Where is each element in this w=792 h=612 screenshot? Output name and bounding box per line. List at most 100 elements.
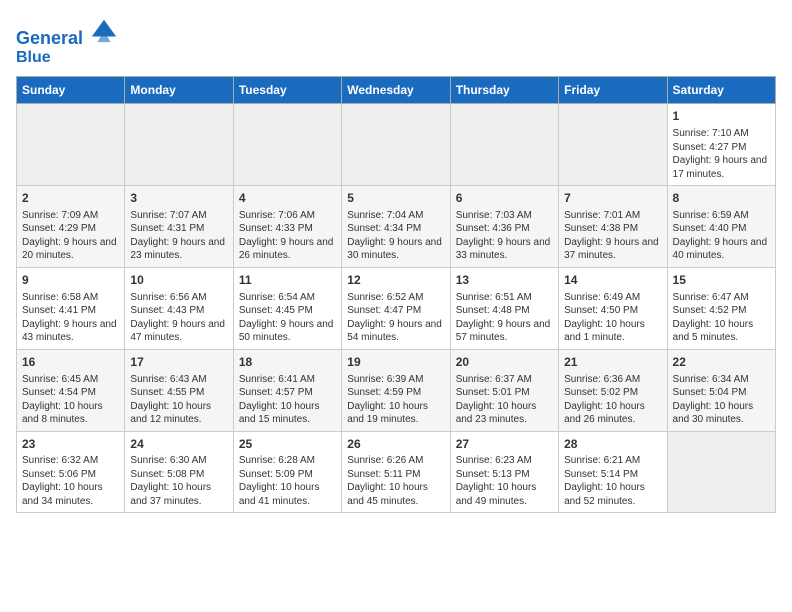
day-number: 12	[347, 272, 444, 289]
calendar-cell: 28Sunrise: 6:21 AM Sunset: 5:14 PM Dayli…	[559, 431, 667, 513]
calendar-cell: 21 Sunrise: 6:36 AM Sunset: 5:02 PM Dayli…	[559, 349, 667, 431]
day-info: Sunrise: 7:06 AM Sunset: 4:33 PM Dayligh…	[239, 209, 336, 263]
calendar-table: SundayMondayTuesdayWednesdayThursdayFrid…	[16, 76, 776, 513]
col-header-monday: Monday	[125, 77, 233, 104]
day-number: 7	[564, 190, 661, 207]
day-number: 15	[673, 272, 770, 289]
day-info: Sunrise: 6:49 AM Sunset: 4:50 PM Dayligh…	[564, 291, 661, 345]
calendar-cell	[125, 104, 233, 186]
day-number: 10	[130, 272, 227, 289]
day-number: 9	[22, 272, 119, 289]
day-number: 21	[564, 354, 661, 371]
calendar-cell: 13 Sunrise: 6:51 AM Sunset: 4:48 PM Dayli…	[450, 267, 558, 349]
calendar-cell: 11 Sunrise: 6:54 AM Sunset: 4:45 PM Dayli…	[233, 267, 341, 349]
day-info: Sunrise: 6:52 AM Sunset: 4:47 PM Dayligh…	[347, 291, 444, 345]
calendar-cell	[667, 431, 775, 513]
calendar-cell: 26Sunrise: 6:26 AM Sunset: 5:11 PM Dayli…	[342, 431, 450, 513]
calendar-cell: 23Sunrise: 6:32 AM Sunset: 5:06 PM Dayli…	[17, 431, 125, 513]
calendar-cell	[450, 104, 558, 186]
col-header-friday: Friday	[559, 77, 667, 104]
day-info: Sunrise: 7:10 AM Sunset: 4:27 PM Dayligh…	[673, 127, 770, 181]
day-info: Sunrise: 6:43 AM Sunset: 4:55 PM Dayligh…	[130, 373, 227, 427]
day-info: Sunrise: 6:54 AM Sunset: 4:45 PM Dayligh…	[239, 291, 336, 345]
calendar-cell: 6 Sunrise: 7:03 AM Sunset: 4:36 PM Daylig…	[450, 186, 558, 268]
day-number: 13	[456, 272, 553, 289]
calendar-cell: 18 Sunrise: 6:41 AM Sunset: 4:57 PM Dayli…	[233, 349, 341, 431]
day-info: Sunrise: 6:26 AM Sunset: 5:11 PM Dayligh…	[347, 454, 444, 508]
day-number: 26	[347, 436, 444, 453]
calendar-cell: 9 Sunrise: 6:58 AM Sunset: 4:41 PM Daylig…	[17, 267, 125, 349]
day-info: Sunrise: 6:39 AM Sunset: 4:59 PM Dayligh…	[347, 373, 444, 427]
day-info: Sunrise: 6:34 AM Sunset: 5:04 PM Dayligh…	[673, 373, 770, 427]
day-info: Sunrise: 6:21 AM Sunset: 5:14 PM Dayligh…	[564, 454, 661, 508]
calendar-cell: 3 Sunrise: 7:07 AM Sunset: 4:31 PM Daylig…	[125, 186, 233, 268]
day-number: 3	[130, 190, 227, 207]
calendar-cell: 16 Sunrise: 6:45 AM Sunset: 4:54 PM Dayli…	[17, 349, 125, 431]
calendar-cell: 14 Sunrise: 6:49 AM Sunset: 4:50 PM Dayli…	[559, 267, 667, 349]
day-info: Sunrise: 7:04 AM Sunset: 4:34 PM Dayligh…	[347, 209, 444, 263]
calendar-cell: 24Sunrise: 6:30 AM Sunset: 5:08 PM Dayli…	[125, 431, 233, 513]
page-header: General Blue	[16, 16, 776, 66]
day-info: Sunrise: 7:07 AM Sunset: 4:31 PM Dayligh…	[130, 209, 227, 263]
logo: General Blue	[16, 16, 118, 66]
day-info: Sunrise: 6:45 AM Sunset: 4:54 PM Dayligh…	[22, 373, 119, 427]
calendar-cell: 20 Sunrise: 6:37 AM Sunset: 5:01 PM Dayli…	[450, 349, 558, 431]
day-number: 2	[22, 190, 119, 207]
day-number: 27	[456, 436, 553, 453]
calendar-cell: 1 Sunrise: 7:10 AM Sunset: 4:27 PM Daylig…	[667, 104, 775, 186]
logo-blue: Blue	[16, 49, 118, 67]
day-info: Sunrise: 6:28 AM Sunset: 5:09 PM Dayligh…	[239, 454, 336, 508]
calendar-cell	[342, 104, 450, 186]
day-number: 4	[239, 190, 336, 207]
calendar-cell: 17 Sunrise: 6:43 AM Sunset: 4:55 PM Dayli…	[125, 349, 233, 431]
day-info: Sunrise: 6:47 AM Sunset: 4:52 PM Dayligh…	[673, 291, 770, 345]
day-info: Sunrise: 6:37 AM Sunset: 5:01 PM Dayligh…	[456, 373, 553, 427]
day-number: 24	[130, 436, 227, 453]
calendar-cell: 12 Sunrise: 6:52 AM Sunset: 4:47 PM Dayli…	[342, 267, 450, 349]
calendar-cell: 22 Sunrise: 6:34 AM Sunset: 5:04 PM Dayli…	[667, 349, 775, 431]
calendar-cell: 5Sunrise: 7:04 AM Sunset: 4:34 PM Daylig…	[342, 186, 450, 268]
day-number: 25	[239, 436, 336, 453]
day-number: 16	[22, 354, 119, 371]
day-info: Sunrise: 6:41 AM Sunset: 4:57 PM Dayligh…	[239, 373, 336, 427]
day-number: 6	[456, 190, 553, 207]
day-info: Sunrise: 6:23 AM Sunset: 5:13 PM Dayligh…	[456, 454, 553, 508]
day-number: 28	[564, 436, 661, 453]
day-info: Sunrise: 7:09 AM Sunset: 4:29 PM Dayligh…	[22, 209, 119, 263]
col-header-thursday: Thursday	[450, 77, 558, 104]
day-number: 8	[673, 190, 770, 207]
col-header-wednesday: Wednesday	[342, 77, 450, 104]
day-info: Sunrise: 6:58 AM Sunset: 4:41 PM Dayligh…	[22, 291, 119, 345]
logo-general: General	[16, 28, 83, 48]
calendar-cell	[17, 104, 125, 186]
calendar-cell: 27Sunrise: 6:23 AM Sunset: 5:13 PM Dayli…	[450, 431, 558, 513]
calendar-cell: 2 Sunrise: 7:09 AM Sunset: 4:29 PM Daylig…	[17, 186, 125, 268]
day-info: Sunrise: 6:36 AM Sunset: 5:02 PM Dayligh…	[564, 373, 661, 427]
day-number: 17	[130, 354, 227, 371]
day-number: 22	[673, 354, 770, 371]
calendar-cell	[559, 104, 667, 186]
col-header-saturday: Saturday	[667, 77, 775, 104]
day-number: 11	[239, 272, 336, 289]
calendar-cell: 19 Sunrise: 6:39 AM Sunset: 4:59 PM Dayli…	[342, 349, 450, 431]
calendar-cell: 10 Sunrise: 6:56 AM Sunset: 4:43 PM Dayli…	[125, 267, 233, 349]
logo-icon	[90, 16, 118, 44]
day-number: 1	[673, 108, 770, 125]
calendar-cell: 8Sunrise: 6:59 AM Sunset: 4:40 PM Daylig…	[667, 186, 775, 268]
day-number: 14	[564, 272, 661, 289]
day-info: Sunrise: 7:01 AM Sunset: 4:38 PM Dayligh…	[564, 209, 661, 263]
day-info: Sunrise: 6:51 AM Sunset: 4:48 PM Dayligh…	[456, 291, 553, 345]
calendar-cell: 25Sunrise: 6:28 AM Sunset: 5:09 PM Dayli…	[233, 431, 341, 513]
day-number: 20	[456, 354, 553, 371]
day-info: Sunrise: 6:56 AM Sunset: 4:43 PM Dayligh…	[130, 291, 227, 345]
day-info: Sunrise: 7:03 AM Sunset: 4:36 PM Dayligh…	[456, 209, 553, 263]
day-number: 23	[22, 436, 119, 453]
col-header-tuesday: Tuesday	[233, 77, 341, 104]
day-info: Sunrise: 6:30 AM Sunset: 5:08 PM Dayligh…	[130, 454, 227, 508]
day-number: 18	[239, 354, 336, 371]
calendar-cell: 4 Sunrise: 7:06 AM Sunset: 4:33 PM Daylig…	[233, 186, 341, 268]
col-header-sunday: Sunday	[17, 77, 125, 104]
calendar-cell: 7 Sunrise: 7:01 AM Sunset: 4:38 PM Daylig…	[559, 186, 667, 268]
day-info: Sunrise: 6:32 AM Sunset: 5:06 PM Dayligh…	[22, 454, 119, 508]
day-number: 19	[347, 354, 444, 371]
